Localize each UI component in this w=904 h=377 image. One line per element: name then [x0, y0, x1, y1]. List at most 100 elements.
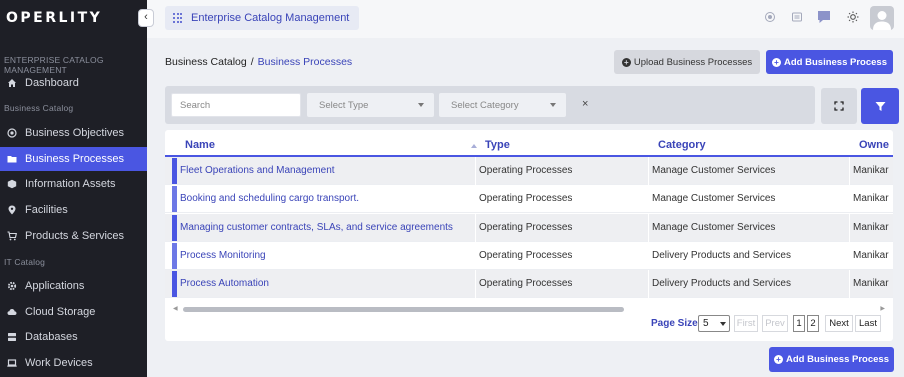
cell-category: Manage Customer Services	[652, 165, 776, 176]
column-header-type[interactable]: Type	[485, 139, 510, 151]
filter-button[interactable]	[861, 88, 899, 124]
scroll-right-icon[interactable]: ▶	[880, 305, 885, 312]
first-page-button[interactable]: First	[734, 315, 758, 332]
map-pin-icon	[7, 205, 17, 215]
upload-business-processes-button[interactable]: + Upload Business Processes	[614, 50, 760, 74]
sidebar-item-products-services[interactable]: Products & Services	[0, 224, 147, 248]
box-icon	[7, 179, 17, 189]
gear-icon	[7, 281, 17, 291]
chat-icon[interactable]	[816, 9, 832, 25]
page-size-select[interactable]: 5	[698, 315, 730, 332]
fullscreen-button[interactable]	[821, 88, 857, 124]
process-name-link[interactable]: Process Automation	[180, 278, 269, 289]
cell-owner: Manikar	[853, 222, 889, 233]
search-placeholder: Search	[180, 99, 211, 111]
chevron-down-icon	[418, 103, 424, 107]
search-input[interactable]: Search	[171, 93, 301, 117]
sidebar-item-label: Cloud Storage	[25, 306, 96, 318]
cart-icon	[7, 231, 17, 241]
next-page-button[interactable]: Next	[825, 315, 853, 332]
collapse-sidebar-button[interactable]: ‹	[138, 9, 154, 27]
table-row[interactable]: Fleet Operations and Management Operatin…	[165, 157, 893, 185]
breadcrumb-root[interactable]: Business Catalog	[165, 56, 247, 68]
page-2-button[interactable]: 2	[807, 315, 819, 332]
cell-type: Operating Processes	[479, 165, 573, 176]
type-select-placeholder: Select Type	[319, 99, 369, 111]
record-icon[interactable]	[763, 10, 777, 24]
filter-icon	[875, 101, 885, 111]
process-name-link[interactable]: Process Monitoring	[180, 250, 266, 261]
page-1-button[interactable]: 1	[793, 315, 805, 332]
breadcrumb: Business Catalog / Business Processes	[165, 56, 352, 68]
target-icon	[7, 128, 17, 138]
sidebar-item-business-objectives[interactable]: Business Objectives	[0, 121, 147, 145]
server-icon	[7, 332, 17, 342]
sidebar-item-label: Dashboard	[25, 77, 79, 89]
process-name-link[interactable]: Managing customer contracts, SLAs, and s…	[180, 222, 453, 233]
table-row[interactable]: Booking and scheduling cargo transport. …	[165, 185, 893, 213]
plus-circle-icon: +	[774, 355, 784, 364]
sidebar-item-label: Business Objectives	[25, 127, 125, 139]
category-select[interactable]: Select Category	[439, 93, 566, 117]
upload-button-label: Upload Business Processes	[633, 56, 753, 68]
table-header: Name Type Category Owne	[165, 130, 893, 157]
sidebar-item-business-processes[interactable]: Business Processes	[0, 147, 147, 171]
user-avatar[interactable]	[870, 6, 894, 30]
cell-owner: Manikar	[853, 250, 889, 261]
sidebar-item-dashboard[interactable]: Dashboard	[0, 71, 147, 95]
table-row[interactable]: Managing customer contracts, SLAs, and s…	[165, 214, 893, 242]
cell-type: Operating Processes	[479, 278, 573, 289]
type-select[interactable]: Select Type	[307, 93, 434, 117]
process-name-link[interactable]: Booking and scheduling cargo transport.	[180, 193, 359, 204]
add-business-process-button-bottom[interactable]: + Add Business Process	[769, 347, 894, 372]
top-header: Enterprise Catalog Management	[147, 0, 904, 38]
page-size-label: Page Size	[651, 318, 698, 329]
sidebar-item-information-assets[interactable]: Information Assets	[0, 172, 147, 196]
category-select-placeholder: Select Category	[451, 99, 519, 111]
horizontal-scrollbar[interactable]: ◀ ▶	[170, 305, 888, 313]
cell-owner: Manikar	[853, 278, 889, 289]
section-business-label: Business Catalog	[4, 103, 74, 113]
expand-icon	[834, 101, 844, 111]
list-icon[interactable]	[790, 10, 804, 24]
add-business-process-button[interactable]: + Add Business Process	[766, 50, 893, 74]
sun-icon[interactable]	[846, 10, 860, 24]
last-page-button[interactable]: Last	[855, 315, 881, 332]
scrollbar-thumb[interactable]	[183, 307, 624, 312]
sidebar: OPERLITY ENTERPRISE CATALOG MANAGEMENT D…	[0, 0, 147, 377]
row-indicator	[172, 158, 177, 184]
row-indicator	[172, 271, 177, 297]
clear-filters-icon[interactable]: ×	[582, 98, 588, 110]
sidebar-item-databases[interactable]: Databases	[0, 325, 147, 349]
process-name-link[interactable]: Fleet Operations and Management	[180, 165, 335, 176]
app-logo: OPERLITY	[6, 10, 103, 26]
cell-owner: Manikar	[853, 165, 889, 176]
column-header-owner[interactable]: Owne	[859, 139, 889, 151]
filter-bar: Search Select Type Select Category ×	[165, 86, 815, 124]
page-size-value: 5	[703, 318, 709, 329]
laptop-icon	[7, 358, 17, 368]
column-header-category[interactable]: Category	[658, 139, 706, 151]
sidebar-item-facilities[interactable]: Facilities	[0, 198, 147, 222]
add-button-label: Add Business Process	[784, 56, 887, 68]
cell-type: Operating Processes	[479, 250, 573, 261]
plus-circle-icon: +	[621, 57, 631, 67]
plus-circle-icon: +	[772, 57, 782, 67]
cell-category: Delivery Products and Services	[652, 250, 791, 261]
business-processes-table: Name Type Category Owne Fleet Operations…	[165, 130, 893, 341]
table-row[interactable]: Process Monitoring Operating Processes D…	[165, 242, 893, 270]
sidebar-item-cloud-storage[interactable]: Cloud Storage	[0, 300, 147, 324]
sort-icon[interactable]	[471, 144, 477, 148]
add-button-label: Add Business Process	[786, 354, 889, 365]
column-header-name[interactable]: Name	[185, 139, 215, 151]
grid-icon	[173, 13, 183, 23]
scroll-left-icon[interactable]: ◀	[173, 305, 178, 312]
sidebar-item-applications[interactable]: Applications	[0, 274, 147, 298]
cell-category: Manage Customer Services	[652, 222, 776, 233]
sidebar-item-work-devices[interactable]: Work Devices	[0, 351, 147, 375]
table-row[interactable]: Process Automation Operating Processes D…	[165, 270, 893, 298]
prev-page-button[interactable]: Prev	[762, 315, 788, 332]
app-title: Enterprise Catalog Management	[191, 12, 350, 24]
cell-type: Operating Processes	[479, 193, 573, 204]
app-title-chip[interactable]: Enterprise Catalog Management	[165, 6, 360, 30]
